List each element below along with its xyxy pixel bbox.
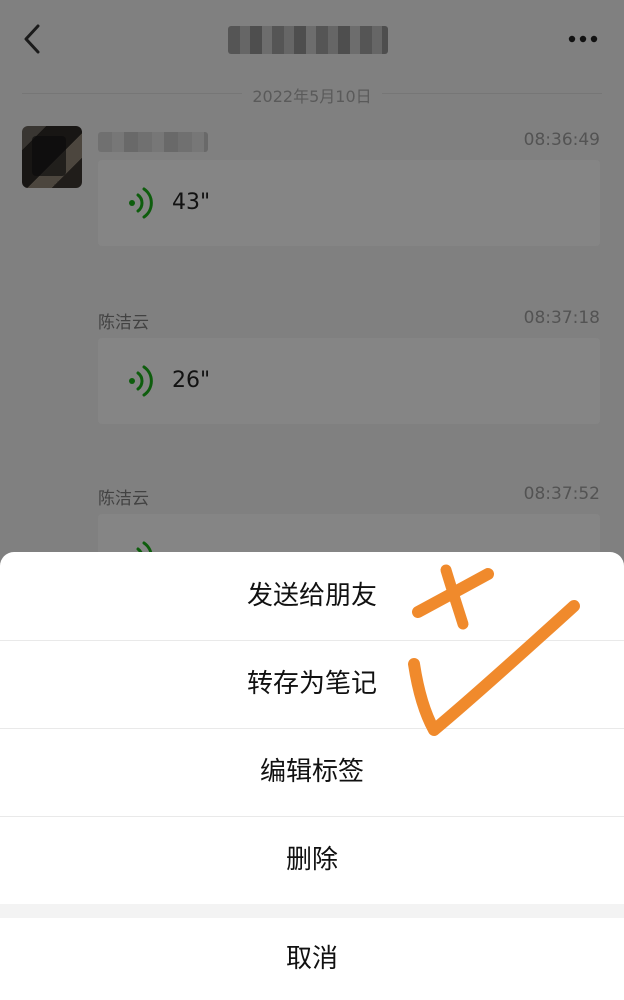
save-as-note-button[interactable]: 转存为笔记 — [0, 640, 624, 728]
cancel-separator — [0, 904, 624, 918]
send-to-friend-button[interactable]: 发送给朋友 — [0, 552, 624, 640]
action-sheet: 发送给朋友 转存为笔记 编辑标签 删除 取消 — [0, 552, 624, 1000]
edit-tags-button[interactable]: 编辑标签 — [0, 728, 624, 816]
delete-button[interactable]: 删除 — [0, 816, 624, 904]
cancel-button[interactable]: 取消 — [0, 918, 624, 1000]
